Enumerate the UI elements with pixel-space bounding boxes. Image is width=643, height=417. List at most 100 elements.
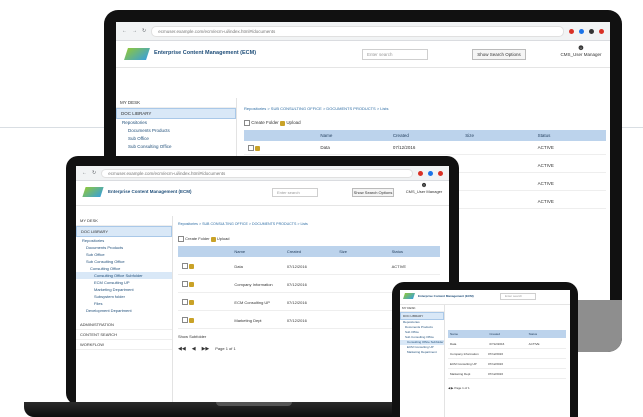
column-header[interactable]: Status xyxy=(527,330,566,338)
cell-created: 07/12/2016 xyxy=(286,317,307,323)
forward-icon[interactable]: → xyxy=(132,28,137,34)
back-icon[interactable]: ← xyxy=(82,170,87,176)
tree-item[interactable]: Sub Consulting Office xyxy=(76,258,172,265)
select-all-checkbox[interactable] xyxy=(244,120,250,126)
column-header[interactable]: Status xyxy=(388,246,440,257)
sidebar: MY DESK DOC LIBRARY Repositories Documen… xyxy=(400,305,445,417)
search-options-button[interactable]: Show Search Options xyxy=(472,49,526,60)
row-checkbox[interactable] xyxy=(182,317,188,323)
user-menu[interactable]: ☻ CMS_User Manager xyxy=(404,182,444,194)
tree-item[interactable]: Marketing Department xyxy=(400,350,444,355)
next-page-icon[interactable]: ▶▶ xyxy=(202,346,210,352)
monitor-stand xyxy=(578,300,622,352)
reload-icon[interactable]: ↻ xyxy=(142,28,146,34)
search-input[interactable]: Enter search xyxy=(500,293,536,300)
profile-icon[interactable] xyxy=(599,28,604,34)
sidebar-my-desk[interactable]: MY DESK xyxy=(116,98,236,108)
app-title: Enterprise Content Management (ECM) xyxy=(154,50,257,56)
pager: ◀◀ ◀ ▶▶ Page 1 of 1 xyxy=(178,346,236,352)
first-page-icon[interactable]: ◀◀ xyxy=(178,346,186,352)
column-header[interactable]: Size xyxy=(335,246,387,257)
prev-page-icon[interactable]: ◀ xyxy=(448,386,450,390)
column-header[interactable]: Name xyxy=(448,330,487,338)
address-bar[interactable]: ecmuser.example.com/ecm/ecm-ui/index.htm… xyxy=(101,168,413,178)
column-header[interactable]: Name xyxy=(230,246,282,257)
create-folder-button[interactable]: Create Folder xyxy=(251,120,279,125)
tree-item[interactable]: Documents Products xyxy=(116,127,236,135)
back-icon[interactable]: ← xyxy=(122,28,127,34)
tree-item[interactable]: Subsystem folder xyxy=(76,293,172,300)
profile-icon[interactable] xyxy=(438,170,443,176)
tree-item-selected[interactable]: Consulting Office Subfolder xyxy=(76,272,172,279)
extension-icon[interactable] xyxy=(418,170,423,176)
menu-icon[interactable] xyxy=(589,28,594,34)
column-header[interactable]: Created xyxy=(487,330,526,338)
sidebar-section[interactable]: ADMINISTRATION xyxy=(76,320,172,330)
address-bar[interactable]: ecmuser.example.com/ecm/ecm-ui/index.htm… xyxy=(151,25,564,37)
sidebar-doc-library[interactable]: DOC LIBRARY xyxy=(76,226,172,237)
user-name: CMS_User Manager xyxy=(560,52,602,57)
grid-header: Name Created Status xyxy=(448,330,566,338)
column-header[interactable]: Status xyxy=(534,130,606,141)
folder-icon xyxy=(255,145,261,151)
search-options-button[interactable]: Show Search Options xyxy=(352,188,394,197)
upload-button[interactable]: Upload xyxy=(217,236,230,241)
table-row[interactable]: Marketing Dept 07/12/2016 xyxy=(448,370,566,379)
cell-size xyxy=(461,196,533,208)
tree-item[interactable]: Sub Office xyxy=(76,251,172,258)
row-checkbox[interactable] xyxy=(182,281,188,287)
extension-icon[interactable] xyxy=(569,28,574,34)
sidebar-doc-library[interactable]: DOC LIBRARY xyxy=(400,312,444,320)
breadcrumb[interactable]: Repositories > SUB CONSULTING OFFICE > D… xyxy=(178,222,308,226)
sidebar-doc-library[interactable]: DOC LIBRARY xyxy=(116,108,236,119)
tree-item[interactable]: Documents Products xyxy=(76,244,172,251)
laptop-notch xyxy=(216,402,292,406)
breadcrumb[interactable]: Repositories > SUB CONSULTING OFFICE > D… xyxy=(244,106,389,111)
tree-item[interactable]: Marketing Department xyxy=(76,286,172,293)
column-header[interactable]: Created xyxy=(389,130,461,141)
search-input[interactable]: Enter search xyxy=(272,188,318,197)
sidebar: MY DESK DOC LIBRARY Repositories Documen… xyxy=(76,216,173,402)
tree-item[interactable]: ECM Consulting UP xyxy=(76,279,172,286)
sidebar-my-desk[interactable]: MY DESK xyxy=(76,216,172,226)
row-checkbox[interactable] xyxy=(182,299,188,305)
column-header[interactable] xyxy=(244,130,316,141)
prev-page-icon[interactable]: ◀ xyxy=(192,346,196,352)
upload-button[interactable]: Upload xyxy=(286,120,300,125)
cell-size xyxy=(461,160,533,172)
table-row[interactable]: Data 07/12/2016 ACTIVE xyxy=(448,340,566,349)
row-checkbox[interactable] xyxy=(248,145,254,151)
column-header[interactable] xyxy=(178,246,230,257)
table-row[interactable]: Data 07/12/2016 ACTIVE xyxy=(244,142,606,155)
extension-icon[interactable] xyxy=(428,170,433,176)
user-menu[interactable]: ☻ CMS_User Manager xyxy=(556,43,606,57)
search-input[interactable]: Enter search xyxy=(362,49,428,60)
tree-item[interactable]: Consulting Office xyxy=(76,265,172,272)
sidebar-section[interactable]: WORKFLOW xyxy=(76,340,172,350)
table-row[interactable]: ECM Consulting UP 07/12/2016 xyxy=(448,360,566,369)
tree-item[interactable]: Development Department xyxy=(76,307,172,314)
reload-icon[interactable]: ↻ xyxy=(92,170,96,176)
sidebar-my-desk[interactable]: MY DESK xyxy=(400,305,444,312)
cell-status: ACTIVE xyxy=(537,199,554,204)
tree-item[interactable]: Files xyxy=(76,300,172,307)
tree-item[interactable]: Repositories xyxy=(116,119,236,127)
tree-item[interactable]: Repositories xyxy=(76,237,172,244)
cell-created: 07/12/2016 xyxy=(488,362,504,366)
tree-item[interactable]: Sub Office xyxy=(116,135,236,143)
tree-item[interactable]: Sub Consulting Office xyxy=(116,143,236,151)
table-row[interactable]: Data 07/12/2016 ACTIVE xyxy=(178,258,440,275)
column-header[interactable]: Name xyxy=(316,130,388,141)
cell-created: 07/12/2016 xyxy=(286,299,307,305)
cell-created: 07/12/2016 xyxy=(488,352,504,356)
table-row[interactable]: Company Information 07/12/2016 xyxy=(448,350,566,359)
column-header[interactable]: Size xyxy=(461,130,533,141)
cell-created: 07/12/2016 xyxy=(286,281,307,287)
select-all-checkbox[interactable] xyxy=(178,236,184,242)
column-header[interactable]: Created xyxy=(283,246,335,257)
cell-name: Data xyxy=(320,145,330,150)
create-folder-button[interactable]: Create Folder xyxy=(185,236,209,241)
extension-icon[interactable] xyxy=(579,28,584,34)
sidebar-section[interactable]: CONTENT SEARCH xyxy=(76,330,172,340)
row-checkbox[interactable] xyxy=(182,263,188,269)
